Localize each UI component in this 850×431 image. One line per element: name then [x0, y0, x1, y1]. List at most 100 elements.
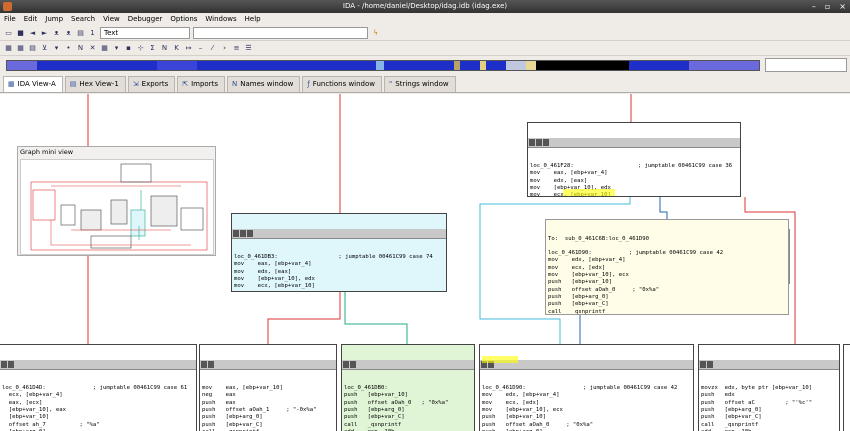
node-name-icon[interactable] — [247, 229, 253, 237]
node-color-icon[interactable] — [1, 360, 7, 368]
mini-view-node — [60, 204, 76, 226]
title-bar: IDA - /home/daniel/Desktop/idag.idb (ida… — [0, 0, 850, 13]
tab-functions-window[interactable]: ƒ Functions window — [302, 76, 383, 92]
address-combo[interactable] — [193, 27, 368, 39]
menu-edit[interactable]: Edit — [24, 13, 38, 26]
tab-label: Exports — [141, 80, 169, 88]
node-code: loc_0_461DB0: push [ebp+var_10] push off… — [344, 385, 449, 431]
menu-jump[interactable]: Jump — [45, 13, 63, 26]
hint-tooltip: To: sub_0_461C6B:loc_0_461D90 loc_0_461D… — [545, 219, 789, 315]
menu-options[interactable]: Options — [170, 13, 197, 26]
node-code: loc_0_461DB3: ; jumptable 00461C99 case … — [234, 254, 433, 291]
maximize-icon[interactable]: ▫ — [825, 0, 830, 13]
nav-segment — [196, 61, 377, 70]
ret-icon[interactable]: ↦ — [184, 44, 193, 53]
tab-strings-window[interactable]: " Strings window — [384, 76, 456, 92]
func-icon[interactable]: ▪ — [124, 44, 133, 53]
menu-windows[interactable]: Windows — [205, 13, 236, 26]
nav-segment — [36, 61, 157, 70]
columns-icon[interactable]: ☰ — [244, 44, 253, 53]
graph-view[interactable]: Graph mini view loc_0_461F28: ; jumptabl… — [0, 94, 850, 431]
arrow-icon[interactable]: › — [220, 44, 229, 53]
tab-label: IDA View-A — [17, 80, 56, 88]
pen-icon[interactable]: ⁄ — [208, 44, 217, 53]
graph-icon[interactable]: ⊻ — [40, 44, 49, 53]
node-color-icon[interactable] — [343, 360, 349, 368]
name-icon[interactable]: N — [76, 44, 85, 53]
binoculars-icon[interactable]: ᴥ — [52, 29, 61, 38]
node-group-icon[interactable] — [240, 229, 246, 237]
node-movzx-branch[interactable]: movzx edx, byte ptr [ebp+var_10] push ed… — [698, 344, 840, 431]
bullet-icon[interactable]: • — [64, 44, 73, 53]
node-group-icon[interactable] — [536, 138, 542, 146]
node-loc-461db0[interactable]: loc_0_461DB0: push [ebp+var_10] push off… — [341, 344, 475, 431]
menu-search[interactable]: Search — [71, 13, 95, 26]
node-color-icon[interactable] — [201, 360, 207, 368]
menu-help[interactable]: Help — [245, 13, 261, 26]
tab-ida-view-a[interactable]: ▦ IDA View-A — [3, 76, 63, 92]
menu-file[interactable]: File — [4, 13, 16, 26]
list-icon[interactable]: ≡ — [232, 44, 241, 53]
down-arrow-icon[interactable]: ▾ — [52, 44, 61, 53]
menu-view[interactable]: View — [103, 13, 120, 26]
ida-view-icon: ▦ — [8, 80, 15, 88]
code-icon[interactable]: ▦ — [4, 44, 13, 53]
tab-exports[interactable]: ⇲ Exports — [127, 76, 176, 92]
tab-label: Names window — [240, 80, 294, 88]
address-icon: 1 — [90, 28, 95, 37]
node-group-icon[interactable] — [208, 360, 214, 368]
segment-select[interactable]: Text — [100, 27, 190, 39]
tab-hex-view-1[interactable]: ▤ Hex View-1 — [64, 76, 126, 92]
navigation-select[interactable] — [765, 58, 847, 72]
mini-view-node — [80, 209, 102, 231]
graph-mini-view[interactable]: Graph mini view — [17, 146, 216, 256]
close-icon[interactable]: × — [839, 0, 846, 13]
node-group-icon[interactable] — [350, 360, 356, 368]
minimize-icon[interactable]: – — [812, 0, 816, 13]
node-loc-461db3[interactable]: loc_0_461DB3: ; jumptable 00461C99 case … — [231, 213, 447, 292]
node-group-icon[interactable] — [707, 360, 713, 368]
nav-segment — [156, 61, 197, 70]
save-icon[interactable]: ■ — [16, 29, 25, 38]
node-color-icon[interactable] — [233, 229, 239, 237]
node-neg-branch[interactable]: mov eax, [ebp+var_10] neg eax push eax p… — [199, 344, 337, 431]
back-icon[interactable]: ◄ — [28, 29, 37, 38]
nav-segment — [376, 61, 384, 70]
cross-icon[interactable]: ✕ — [88, 44, 97, 53]
tab-label: Hex View-1 — [79, 80, 119, 88]
node-group-icon[interactable] — [8, 360, 14, 368]
node-name-icon[interactable] — [543, 138, 549, 146]
nav-segment — [459, 61, 480, 70]
node-loc-461f28[interactable]: loc_0_461F28: ; jumptable 00461C99 case … — [527, 122, 741, 197]
mini-view-node — [130, 209, 146, 237]
hex-icon[interactable]: ▾ — [112, 44, 121, 53]
node-code: loc_0_461D90: ; jumptable 00461C99 case … — [482, 385, 678, 431]
lightning-icon[interactable]: ϟ — [371, 29, 380, 38]
node-color-icon[interactable] — [700, 360, 706, 368]
mini-view-node — [120, 163, 152, 183]
node-loc-461d4d[interactable]: loc_0_461D4D: ; jumptable 00461C99 case … — [0, 344, 197, 431]
node-color-icon[interactable] — [529, 138, 535, 146]
tree-icon[interactable]: ⊹ — [136, 44, 145, 53]
menu-debugger[interactable]: Debugger — [128, 13, 163, 26]
n-icon[interactable]: N — [160, 44, 169, 53]
window-title: IDA - /home/daniel/Desktop/idag.idb (ida… — [342, 2, 508, 10]
struct-icon[interactable]: ▤ — [28, 44, 37, 53]
open-icon[interactable]: ▭ — [4, 29, 13, 38]
tab-imports[interactable]: ⇱ Imports — [177, 76, 225, 92]
grid-icon[interactable]: ▦ — [100, 44, 109, 53]
ida-logo-icon — [3, 2, 12, 11]
mini-view-canvas[interactable] — [20, 159, 214, 255]
k-icon[interactable]: K — [172, 44, 181, 53]
print-icon[interactable]: ▤ — [76, 29, 85, 38]
tab-names-window[interactable]: N Names window — [226, 76, 301, 92]
sum-icon[interactable]: Σ — [148, 44, 157, 53]
data-icon[interactable]: ▦ — [16, 44, 25, 53]
forward-icon[interactable]: ► — [40, 29, 49, 38]
binoculars-next-icon[interactable]: ᴥ — [64, 29, 73, 38]
dash-icon[interactable]: – — [196, 44, 205, 53]
node-partial-right[interactable] — [843, 344, 850, 431]
mini-view-node — [180, 207, 204, 231]
navigation-band[interactable] — [6, 60, 760, 71]
tab-label: Strings window — [395, 80, 449, 88]
